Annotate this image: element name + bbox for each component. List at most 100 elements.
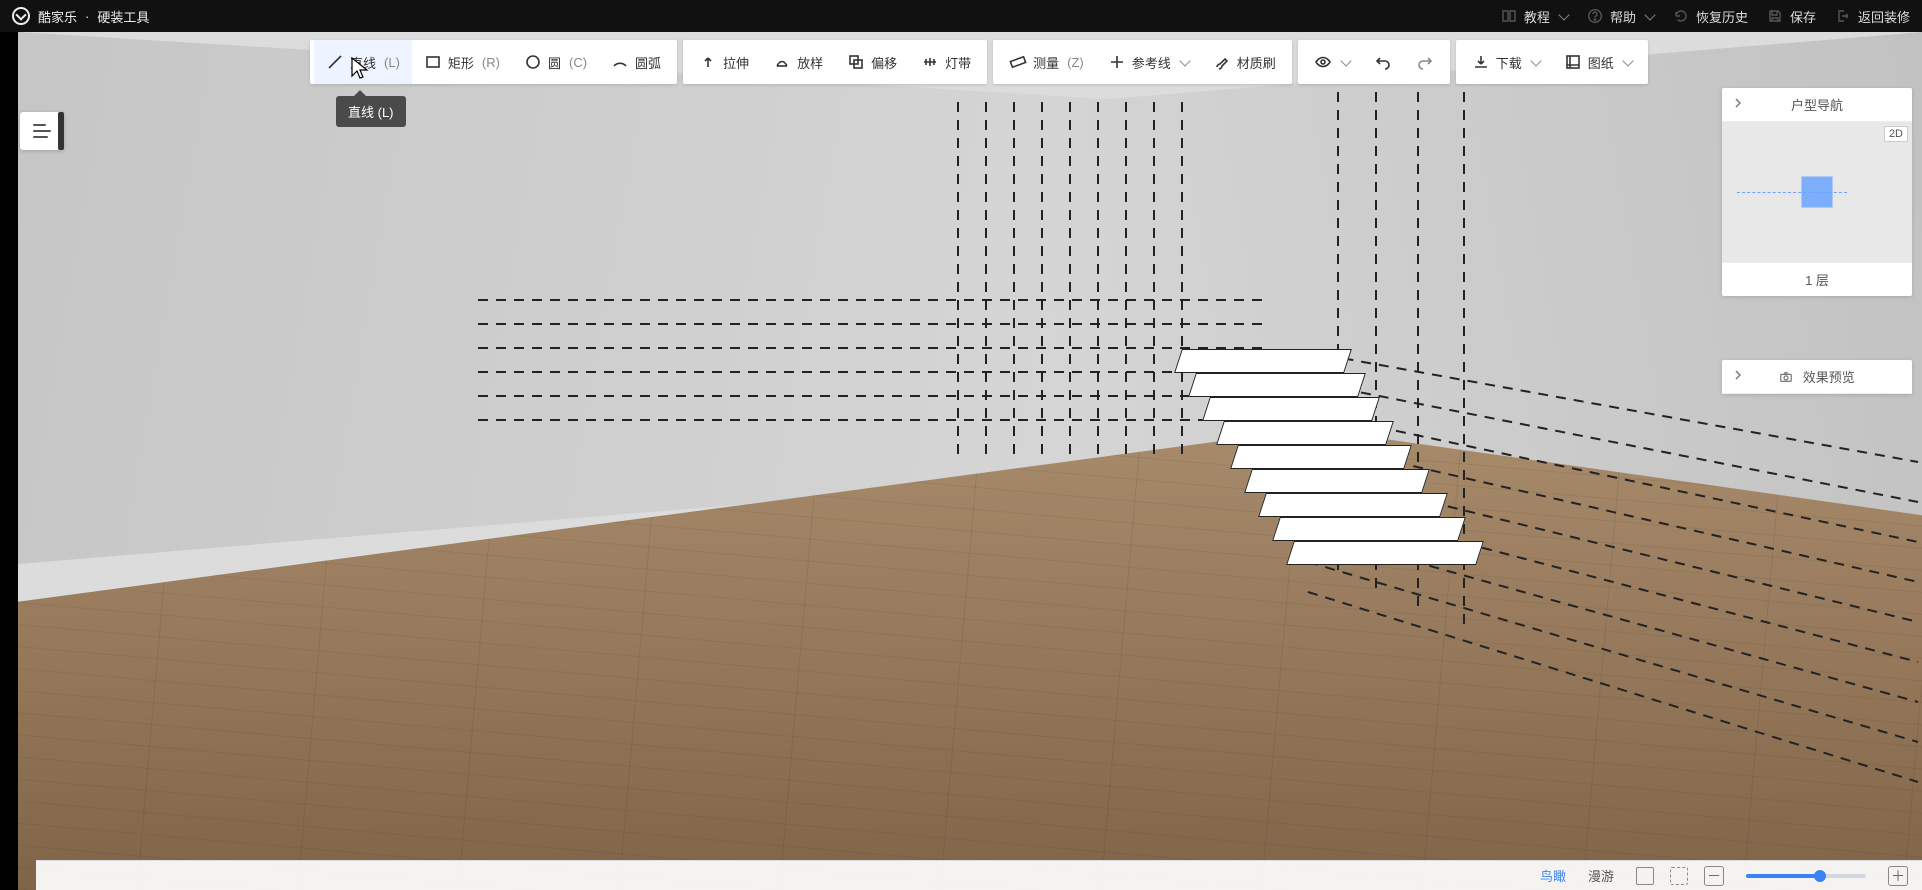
drawing-label: 图纸 (1588, 53, 1614, 72)
rect-icon (424, 53, 442, 71)
save-button[interactable]: 保存 (1766, 7, 1816, 26)
frame-fit-icon[interactable] (1636, 867, 1654, 885)
3d-scene[interactable]: 鸟瞰 漫游 － ＋ (18, 32, 1922, 890)
minimap-mode-badge[interactable]: 2D (1884, 126, 1908, 142)
redo-icon (1416, 53, 1434, 71)
minimap[interactable]: 2D (1722, 122, 1912, 262)
line-label: 直线 (350, 53, 376, 72)
floor-label: 1 层 (1805, 270, 1829, 289)
offset-tool[interactable]: 偏移 (835, 40, 909, 84)
tutorial-label: 教程 (1524, 7, 1550, 26)
circle-tool[interactable]: 圆 (C) (512, 40, 599, 84)
visibility-menu[interactable] (1302, 40, 1362, 84)
preview-title-text: 效果预览 (1803, 370, 1855, 385)
view-tool-group (1298, 40, 1450, 84)
viewport-container: 鸟瞰 漫游 － ＋ (0, 32, 1922, 890)
history-icon (1672, 7, 1690, 25)
panel-collapse-button[interactable] (1732, 369, 1744, 384)
circle-icon (524, 53, 542, 71)
brand-logo-icon (12, 7, 30, 25)
redo-button[interactable] (1404, 40, 1446, 84)
save-label: 保存 (1790, 7, 1816, 26)
loft-tool[interactable]: 放样 (761, 40, 835, 84)
brush-icon (1213, 53, 1231, 71)
back-to-decoration-button[interactable]: 返回装修 (1834, 7, 1910, 26)
rect-label: 矩形 (448, 53, 474, 72)
drawings-menu[interactable]: 图纸 (1552, 40, 1644, 84)
line-shortcut: (L) (384, 55, 400, 70)
chevron-down-icon (1622, 55, 1633, 66)
extrude-label: 拉伸 (723, 53, 749, 72)
zoom-out-button[interactable]: － (1704, 866, 1724, 886)
tutorial-menu[interactable]: 教程 (1500, 7, 1568, 26)
extrude-tool[interactable]: 拉伸 (687, 40, 761, 84)
brand-name: 酷家乐 (38, 7, 77, 26)
help-menu[interactable]: 帮助 (1586, 7, 1654, 26)
circle-shortcut: (C) (569, 55, 587, 70)
refline-tool[interactable]: 参考线 (1096, 40, 1201, 84)
chevron-down-icon (1644, 9, 1655, 20)
book-icon (1500, 7, 1518, 25)
line-icon (326, 53, 344, 71)
left-panel-grip[interactable] (58, 112, 64, 150)
zoom-slider-fill (1746, 874, 1820, 878)
download-icon (1472, 53, 1490, 71)
help-label: 帮助 (1610, 7, 1636, 26)
rect-tool[interactable]: 矩形 (R) (412, 40, 512, 84)
refline-label: 参考线 (1132, 53, 1171, 72)
camera-icon (1779, 370, 1793, 384)
frame-region-icon[interactable] (1670, 867, 1688, 885)
line-tool-tooltip: 直线 (L) (336, 96, 406, 127)
view-mode-bird[interactable]: 鸟瞰 (1540, 866, 1566, 885)
undo-icon (1374, 53, 1392, 71)
chevron-down-icon (1558, 9, 1569, 20)
arc-tool[interactable]: 圆弧 (599, 40, 673, 84)
zoom-slider[interactable] (1746, 874, 1866, 878)
tooltip-text: 直线 (L) (348, 105, 394, 120)
chevron-down-icon (1340, 55, 1351, 66)
download-menu[interactable]: 下载 (1460, 40, 1552, 84)
line-tool[interactable]: 直线 (L) (314, 40, 412, 84)
chevron-down-icon (1530, 55, 1541, 66)
preview-panel-title: 效果预览 (1722, 367, 1912, 386)
app-header: 酷家乐 · 硬装工具 教程 帮助 恢复历史 保存 返回装修 (0, 0, 1922, 32)
floor-selector[interactable]: 1 层 (1722, 262, 1912, 296)
loft-label: 放样 (797, 53, 823, 72)
status-bar: 鸟瞰 漫游 － ＋ (36, 860, 1922, 890)
view-mode-walk[interactable]: 漫游 (1588, 866, 1614, 885)
undo-button[interactable] (1362, 40, 1404, 84)
rect-shortcut: (R) (482, 55, 500, 70)
lightstrip-tool[interactable]: 灯带 (909, 40, 983, 84)
download-label: 下载 (1496, 53, 1522, 72)
export-tool-group: 下载 图纸 (1456, 40, 1648, 84)
back-label: 返回装修 (1858, 7, 1910, 26)
draw-tool-group: 直线 (L) 矩形 (R) 圆 (C) 圆弧 (310, 40, 677, 84)
save-icon (1766, 7, 1784, 25)
extrude-icon (699, 53, 717, 71)
stairs-model[interactable] (1248, 349, 1408, 579)
measure-tool[interactable]: 测量 (Z) (997, 40, 1096, 84)
offset-label: 偏移 (871, 53, 897, 72)
model-tool-group: 拉伸 放样 偏移 灯带 (683, 40, 987, 84)
zoom-in-button[interactable]: ＋ (1888, 866, 1908, 886)
exit-icon (1834, 7, 1852, 25)
drawing-icon (1564, 53, 1582, 71)
material-brush-tool[interactable]: 材质刷 (1201, 40, 1288, 84)
eye-icon (1314, 53, 1332, 71)
loft-icon (773, 53, 791, 71)
chevron-down-icon (1179, 55, 1190, 66)
measure-shortcut: (Z) (1067, 55, 1084, 70)
brand-sep: · (85, 9, 89, 24)
circle-label: 圆 (548, 53, 561, 72)
measure-tool-group: 测量 (Z) 参考线 材质刷 (993, 40, 1292, 84)
render-preview-panel: 效果预览 (1722, 360, 1912, 394)
light-icon (921, 53, 939, 71)
offset-icon (847, 53, 865, 71)
measure-label: 测量 (1033, 53, 1059, 72)
matbrush-label: 材质刷 (1237, 53, 1276, 72)
panel-collapse-button[interactable] (1732, 97, 1744, 112)
restore-history-button[interactable]: 恢复历史 (1672, 7, 1748, 26)
floorplan-nav-panel: 户型导航 2D 1 层 (1722, 88, 1912, 296)
help-icon (1586, 7, 1604, 25)
zoom-slider-knob[interactable] (1814, 870, 1826, 882)
